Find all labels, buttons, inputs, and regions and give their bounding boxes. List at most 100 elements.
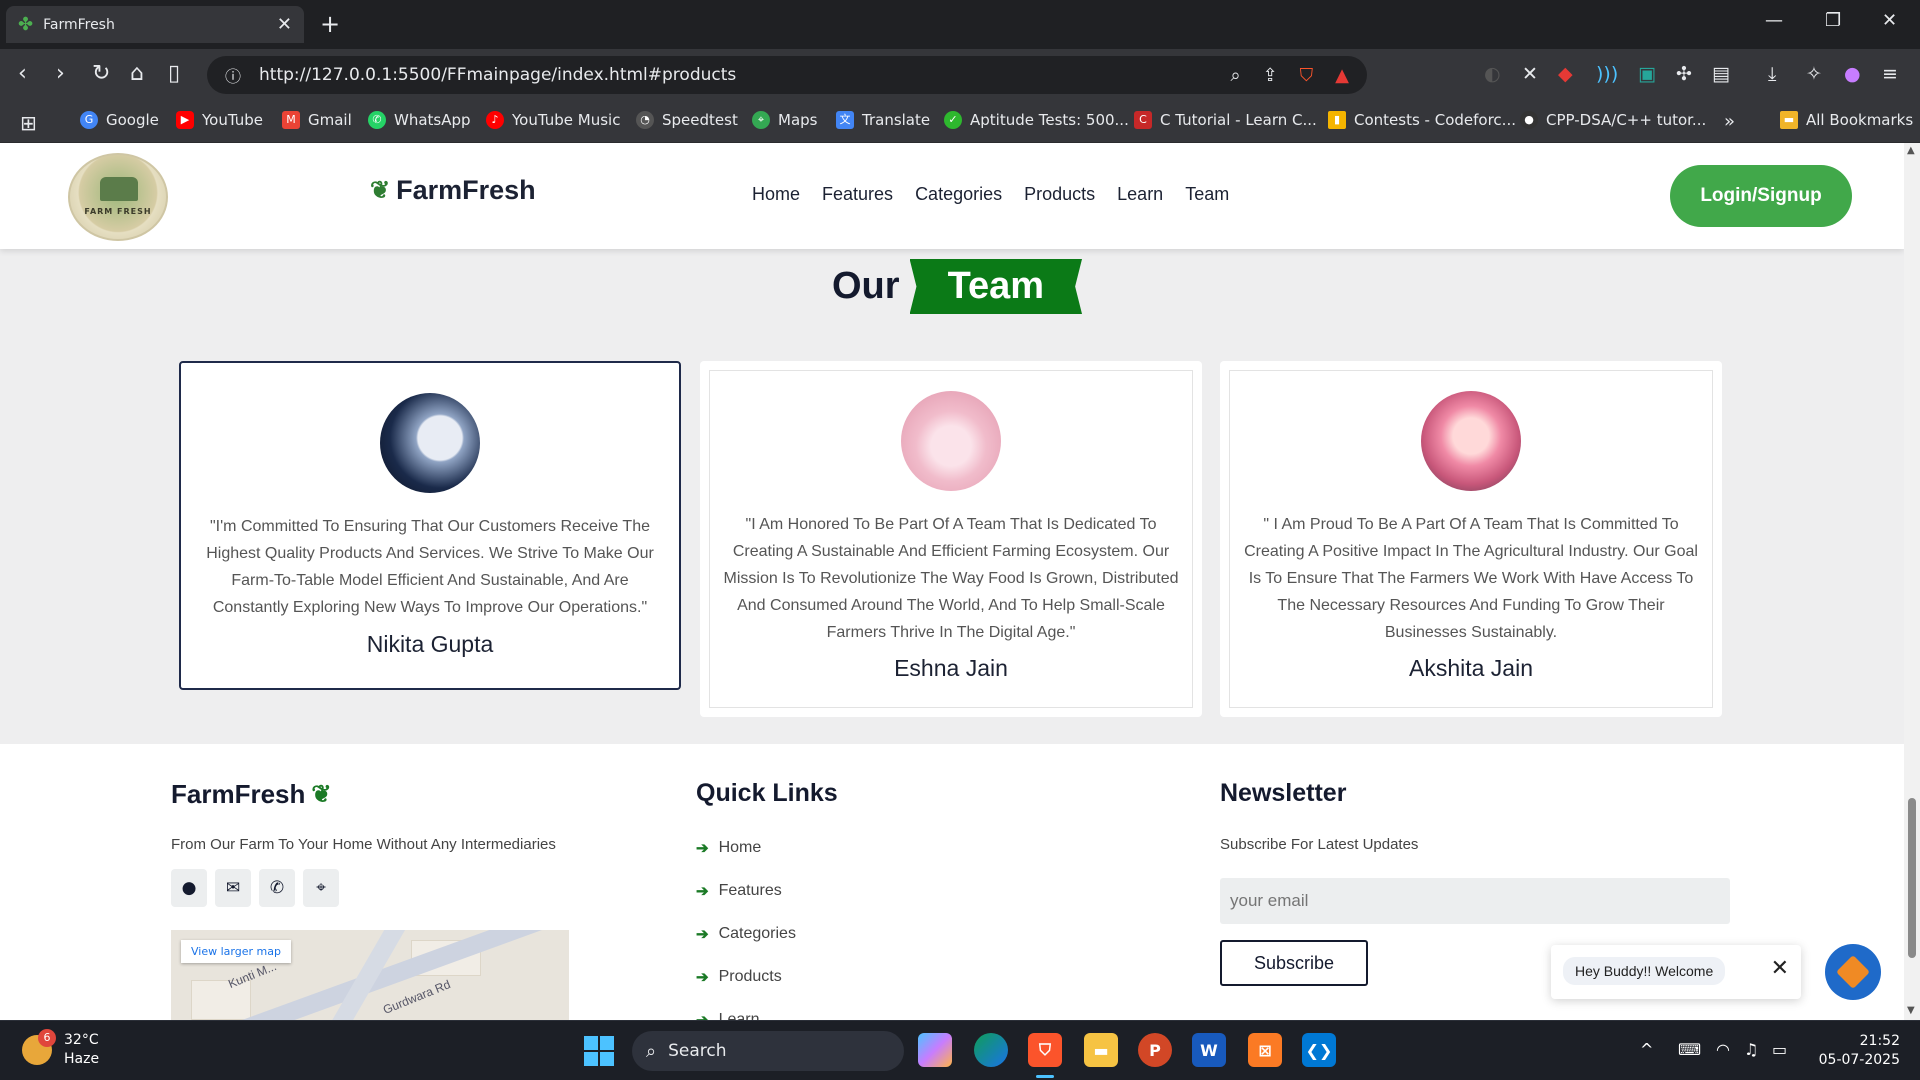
heading-team-ribbon: Team xyxy=(909,259,1083,314)
bookmark-translate[interactable]: 文 Translate xyxy=(836,111,930,129)
wifi-icon[interactable]: ◠ xyxy=(1716,1040,1730,1059)
embedded-map[interactable]: View larger map Kunti M... Gurdwara Rd xyxy=(171,930,569,1020)
weather-widget[interactable]: 6 32°C Haze xyxy=(22,1029,99,1069)
xampp-icon[interactable]: ⊠ xyxy=(1248,1033,1282,1067)
vscode-icon[interactable]: ❮❯ xyxy=(1302,1033,1336,1067)
quick-link-learn[interactable]: ➔ Learn xyxy=(696,998,796,1021)
subscribe-button[interactable]: Subscribe xyxy=(1220,940,1368,986)
reader-icon[interactable]: ▤ xyxy=(1712,63,1730,85)
close-tab-icon[interactable]: ✕ xyxy=(277,14,292,35)
bookmark-icon[interactable]: ▯ xyxy=(168,61,180,86)
keyboard-icon[interactable]: ⌨ xyxy=(1678,1040,1701,1059)
phone-icon[interactable]: ✆ xyxy=(259,869,295,907)
view-larger-map-link[interactable]: View larger map xyxy=(181,940,291,963)
download-icon[interactable]: ⤓ xyxy=(1768,63,1776,85)
bookmark-maps[interactable]: ⌖ Maps xyxy=(752,111,817,129)
dark-mode-ext-icon[interactable]: ◐ xyxy=(1484,63,1501,85)
new-tab-icon[interactable]: + xyxy=(320,10,340,38)
back-icon[interactable]: ‹ xyxy=(18,61,27,86)
site-brand[interactable]: ❦ FarmFresh xyxy=(370,175,536,206)
github-icon[interactable]: ● xyxy=(171,869,207,907)
bookmark-c-tutorial[interactable]: C C Tutorial - Learn C... xyxy=(1134,111,1317,129)
login-signup-button[interactable]: Login/Signup xyxy=(1670,165,1852,227)
team-card-nikita[interactable]: "I'm Committed To Ensuring That Our Cust… xyxy=(179,361,681,690)
nav-learn[interactable]: Learn xyxy=(1117,184,1163,205)
scroll-down-icon[interactable]: ▼ xyxy=(1907,1005,1915,1016)
taskbar-clock[interactable]: 21:52 05-07-2025 xyxy=(1800,1032,1900,1070)
audio-ext-icon[interactable]: ))) xyxy=(1596,63,1618,85)
brave-app-icon[interactable]: ⛉ xyxy=(1028,1033,1062,1067)
more-bookmarks-icon[interactable]: » xyxy=(1724,111,1735,132)
x-ext-icon[interactable]: ✕ xyxy=(1522,63,1538,85)
nav-features[interactable]: Features xyxy=(822,184,893,205)
edge-app-icon[interactable] xyxy=(974,1033,1008,1067)
browser-tab[interactable]: ✤ FarmFresh ✕ xyxy=(6,6,304,43)
sprout-icon: ❦ xyxy=(370,177,391,204)
battery-icon[interactable]: ▭ xyxy=(1772,1040,1787,1059)
close-chat-popup-icon[interactable]: ✕ xyxy=(1771,956,1789,981)
team-card-eshna[interactable]: "I Am Honored To Be Part Of A Team That … xyxy=(700,361,1202,717)
farm-fresh-logo[interactable]: FARM FRESH xyxy=(68,153,168,241)
word-icon[interactable]: W xyxy=(1192,1033,1226,1067)
copilot-app-icon[interactable] xyxy=(918,1033,952,1067)
bookmark-codeforces[interactable]: ▮ Contests - Codeforc... xyxy=(1328,111,1516,129)
quick-link-home[interactable]: ➔ Home xyxy=(696,826,796,869)
speedtest-icon: ◔ xyxy=(636,111,654,129)
pdf-ext-icon[interactable]: ◆ xyxy=(1558,63,1573,85)
bookmark-aptitude[interactable]: ✓ Aptitude Tests: 500... xyxy=(944,111,1129,129)
scroll-up-icon[interactable]: ▲ xyxy=(1907,145,1915,156)
url-text[interactable]: http://127.0.0.1:5500/FFmainpage/index.h… xyxy=(259,65,1208,85)
location-pin-icon[interactable]: ⌖ xyxy=(303,869,339,907)
bookmark-whatsapp[interactable]: ✆ WhatsApp xyxy=(368,111,471,129)
bookmark-label: WhatsApp xyxy=(394,111,471,129)
taskbar-search[interactable]: ⌕ Search xyxy=(632,1031,904,1071)
reload-icon[interactable]: ↻ xyxy=(92,61,110,86)
show-hidden-icons-icon[interactable]: ^ xyxy=(1640,1040,1653,1059)
apps-grid-icon[interactable]: ⊞ xyxy=(20,111,37,135)
extensions-icon[interactable]: ✣ xyxy=(1676,63,1692,85)
bookmark-youtube[interactable]: ▶ YouTube xyxy=(176,111,263,129)
email-icon[interactable]: ✉ xyxy=(215,869,251,907)
bookmark-speedtest[interactable]: ◔ Speedtest xyxy=(636,111,738,129)
menu-icon[interactable]: ≡ xyxy=(1882,63,1898,85)
scrollbar-thumb[interactable] xyxy=(1908,798,1916,958)
brave-rewards-icon[interactable]: ▲ xyxy=(1335,65,1349,86)
chatbot-launcher-button[interactable] xyxy=(1825,944,1881,1000)
minimize-icon[interactable]: — xyxy=(1765,10,1783,31)
bookmark-github[interactable]: ● CPP-DSA/C++ tutor... xyxy=(1520,111,1706,129)
quick-link-features[interactable]: ➔ Features xyxy=(696,869,796,912)
bookmark-youtube-music[interactable]: ♪ YouTube Music xyxy=(486,111,620,129)
leo-ai-icon[interactable]: ✧ xyxy=(1806,63,1822,85)
all-bookmarks[interactable]: ▬ All Bookmarks xyxy=(1780,111,1913,129)
forward-icon[interactable]: › xyxy=(56,61,65,86)
bookmark-label: YouTube xyxy=(202,111,263,129)
volume-icon[interactable]: ♫ xyxy=(1744,1040,1758,1059)
team-card-akshita[interactable]: " I Am Proud To Be A Part Of A Team That… xyxy=(1220,361,1722,717)
home-icon[interactable]: ⌂ xyxy=(130,61,144,86)
bookmark-gmail[interactable]: M Gmail xyxy=(282,111,352,129)
brave-shield-icon[interactable]: ⛉ xyxy=(1300,65,1314,86)
file-explorer-icon[interactable]: ▬ xyxy=(1084,1033,1118,1067)
bookmark-google[interactable]: G Google xyxy=(80,111,159,129)
zoom-icon[interactable]: ⌕ xyxy=(1230,65,1240,86)
newsletter-email-input[interactable] xyxy=(1220,878,1730,924)
site-info-icon[interactable]: ⓘ xyxy=(225,63,241,87)
quick-links-title: Quick Links xyxy=(696,779,838,807)
nav-team[interactable]: Team xyxy=(1185,184,1229,205)
weather-badge: 6 xyxy=(38,1029,56,1047)
nav-home[interactable]: Home xyxy=(752,184,800,205)
quick-link-categories[interactable]: ➔ Categories xyxy=(696,912,796,955)
codeforces-icon: ▮ xyxy=(1328,111,1346,129)
quick-link-products[interactable]: ➔ Products xyxy=(696,955,796,998)
page-scrollbar[interactable]: ▲ ▼ xyxy=(1904,143,1920,1020)
start-button[interactable] xyxy=(584,1036,614,1066)
close-window-icon[interactable]: ✕ xyxy=(1882,10,1897,31)
powerpoint-icon[interactable]: P xyxy=(1138,1033,1172,1067)
code-ext-icon[interactable]: ▣ xyxy=(1638,63,1656,85)
address-bar[interactable]: ⓘ http://127.0.0.1:5500/FFmainpage/index… xyxy=(207,56,1367,94)
share-icon[interactable]: ⇪ xyxy=(1263,65,1278,86)
nav-categories[interactable]: Categories xyxy=(915,184,1002,205)
profile-avatar-icon[interactable]: ● xyxy=(1844,63,1861,85)
nav-products[interactable]: Products xyxy=(1024,184,1095,205)
restore-icon[interactable]: ❐ xyxy=(1825,10,1841,31)
